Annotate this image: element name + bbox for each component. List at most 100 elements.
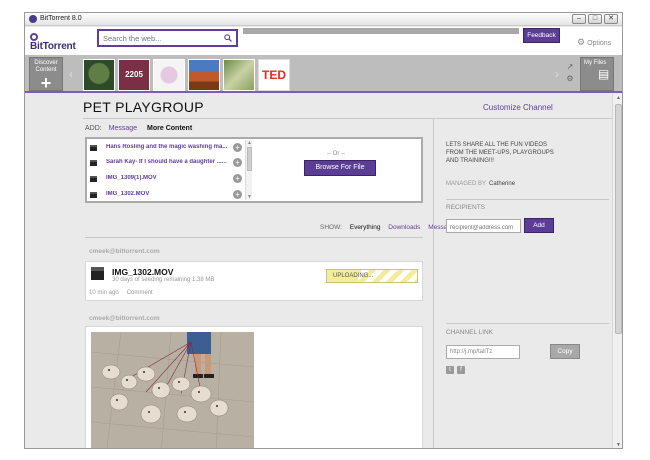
file-list: Hans Rosling and the magic washing ma...…	[87, 139, 255, 201]
my-files-button[interactable]: My Files ▤	[580, 57, 614, 91]
list-item[interactable]: IMG_1309(1).MOV +	[90, 173, 250, 187]
logo-mark-icon	[30, 33, 38, 41]
dog-walking-photo[interactable]	[91, 332, 254, 448]
main-scrollbar[interactable]: ▲ ▼	[612, 94, 622, 448]
managed-by: MANAGED BY Catherine	[446, 181, 515, 187]
scroll-thumb[interactable]	[247, 147, 252, 171]
twitter-icon[interactable]: t	[446, 366, 454, 374]
scroll-thumb[interactable]	[615, 104, 622, 334]
channel-thumb-2205[interactable]: 2205	[118, 59, 150, 91]
file-name: IMG_1302.MOV	[106, 191, 150, 197]
managed-by-label: MANAGED BY	[446, 181, 487, 187]
channel-bar: Discover Content + ‹ 2205 TED › ↗ ⚙ My F…	[25, 55, 622, 93]
browse-for-file-button[interactable]: Browse For File	[304, 160, 376, 176]
search-icon[interactable]	[224, 34, 232, 42]
chevron-left-icon[interactable]: ‹	[69, 67, 73, 81]
photo-content	[91, 332, 254, 448]
search-input[interactable]	[99, 31, 214, 45]
social-links: t f	[446, 366, 465, 374]
scroll-up-icon[interactable]: ▲	[246, 140, 253, 146]
or-separator: -- Or --	[327, 151, 345, 157]
add-content-tabs: ADD: Message More Content	[85, 125, 192, 132]
post-title[interactable]: IMG_1302.MOV	[112, 267, 173, 277]
close-button[interactable]: ✕	[604, 14, 618, 24]
page-title: PET PLAYGROUP	[83, 99, 204, 115]
post-subtitle: 30 days of seeding remaining 1.38 MB	[112, 277, 215, 283]
post-author: cmeek@bittorrent.com	[89, 315, 160, 322]
my-files-label: My Files	[584, 60, 607, 66]
add-content-panel: Hans Rosling and the magic washing ma...…	[85, 137, 423, 203]
video-file-icon	[90, 145, 97, 151]
channel-link-field[interactable]: http://j.mp/tallTz	[446, 345, 520, 359]
filter-downloads[interactable]: Downloads	[388, 224, 420, 231]
add-file-icon[interactable]: +	[233, 158, 242, 167]
channel-thumb-landscape[interactable]	[188, 59, 220, 91]
file-name: Sarah Kay- If I should have a daughter .…	[106, 159, 227, 165]
add-file-icon[interactable]: +	[233, 190, 242, 199]
settings-icon[interactable]: ⚙	[563, 73, 577, 85]
post-time: 10 min ago	[89, 290, 119, 296]
discover-content-label: Discover Content	[34, 60, 58, 73]
channel-thumbnails: 2205 TED	[83, 59, 290, 91]
channel-thumb-ted[interactable]: TED	[258, 59, 290, 91]
managed-by-name: Catherine	[489, 181, 516, 187]
channel-sidebar: LETS SHARE ALL THE FUN VIDEOS FROM THE M…	[433, 119, 613, 448]
list-item[interactable]: Hans Rosling and the magic washing ma...…	[90, 142, 250, 156]
channel-link-heading: CHANNEL LINK	[446, 329, 494, 336]
post-meta: 10 min ago Comment	[89, 290, 153, 296]
filter-everything[interactable]: Everything	[350, 224, 381, 231]
window-controls: – □ ✕	[572, 14, 618, 24]
video-file-icon	[90, 192, 97, 198]
divider	[446, 199, 609, 200]
options-link[interactable]: ⚙ Options	[577, 37, 611, 48]
file-list-scrollbar[interactable]: ▲ ▼	[245, 140, 252, 200]
copy-link-button[interactable]: Copy	[550, 344, 580, 359]
file-icon: ▤	[598, 67, 610, 81]
tab-message[interactable]: Message	[109, 125, 137, 132]
facebook-icon[interactable]: f	[457, 366, 465, 374]
maximize-button[interactable]: □	[588, 14, 602, 24]
bittorrent-logo[interactable]: BitTorrent	[30, 33, 90, 52]
chevron-right-icon[interactable]: ›	[555, 67, 559, 81]
add-file-icon[interactable]: +	[233, 143, 242, 152]
file-name: Hans Rosling and the magic washing ma...	[106, 144, 228, 150]
upload-status: UPLOADING...	[333, 273, 374, 279]
channel-thumb-tree[interactable]	[83, 59, 115, 91]
options-label: Options	[587, 40, 612, 47]
add-recipient-button[interactable]: Add	[524, 218, 554, 233]
gear-icon: ⚙	[577, 37, 586, 47]
scroll-down-icon[interactable]: ▼	[613, 441, 622, 448]
add-file-icon[interactable]: +	[233, 174, 242, 183]
app-header: BitTorrent Feedback ⚙Options	[25, 27, 622, 55]
post-author: cmeek@bittorrent.com	[89, 248, 160, 255]
header-strip	[243, 28, 519, 34]
discover-content-button[interactable]: Discover Content +	[29, 57, 63, 93]
video-file-icon	[90, 176, 97, 182]
minimize-button[interactable]: –	[572, 14, 586, 24]
scroll-up-icon[interactable]: ▲	[613, 94, 622, 103]
channel-thumb-pet-playgroup[interactable]	[223, 59, 255, 91]
share-icon[interactable]: ↗	[563, 61, 577, 73]
list-item[interactable]: IMG_1302.MOV +	[90, 189, 250, 201]
customize-channel-link[interactable]: Customize Channel	[483, 103, 553, 112]
video-file-icon	[90, 160, 97, 166]
add-label: ADD:	[85, 125, 102, 132]
file-name: IMG_1309(1).MOV	[106, 175, 157, 181]
show-label: SHOW:	[320, 224, 342, 231]
list-item[interactable]: Sarah Kay- If I should have a daughter .…	[90, 157, 250, 171]
comment-link[interactable]: Comment	[127, 290, 153, 296]
scroll-down-icon[interactable]: ▼	[246, 194, 253, 200]
divider	[446, 323, 609, 324]
post-card	[85, 326, 423, 448]
recipient-email-input[interactable]	[446, 219, 521, 233]
channel-thumb-badge[interactable]	[153, 59, 185, 91]
recipients-heading: RECIPIENTS	[446, 204, 486, 211]
logo-text: BitTorrent	[30, 41, 76, 52]
bittorrent-app-icon	[29, 15, 37, 23]
feedback-button[interactable]: Feedback	[523, 28, 560, 43]
upload-progress: UPLOADING...	[326, 269, 418, 283]
tab-more-content[interactable]: More Content	[147, 125, 192, 132]
bar-side-icons: ↗ ⚙	[563, 61, 577, 85]
video-file-icon	[91, 267, 104, 280]
plus-icon: +	[40, 73, 52, 93]
